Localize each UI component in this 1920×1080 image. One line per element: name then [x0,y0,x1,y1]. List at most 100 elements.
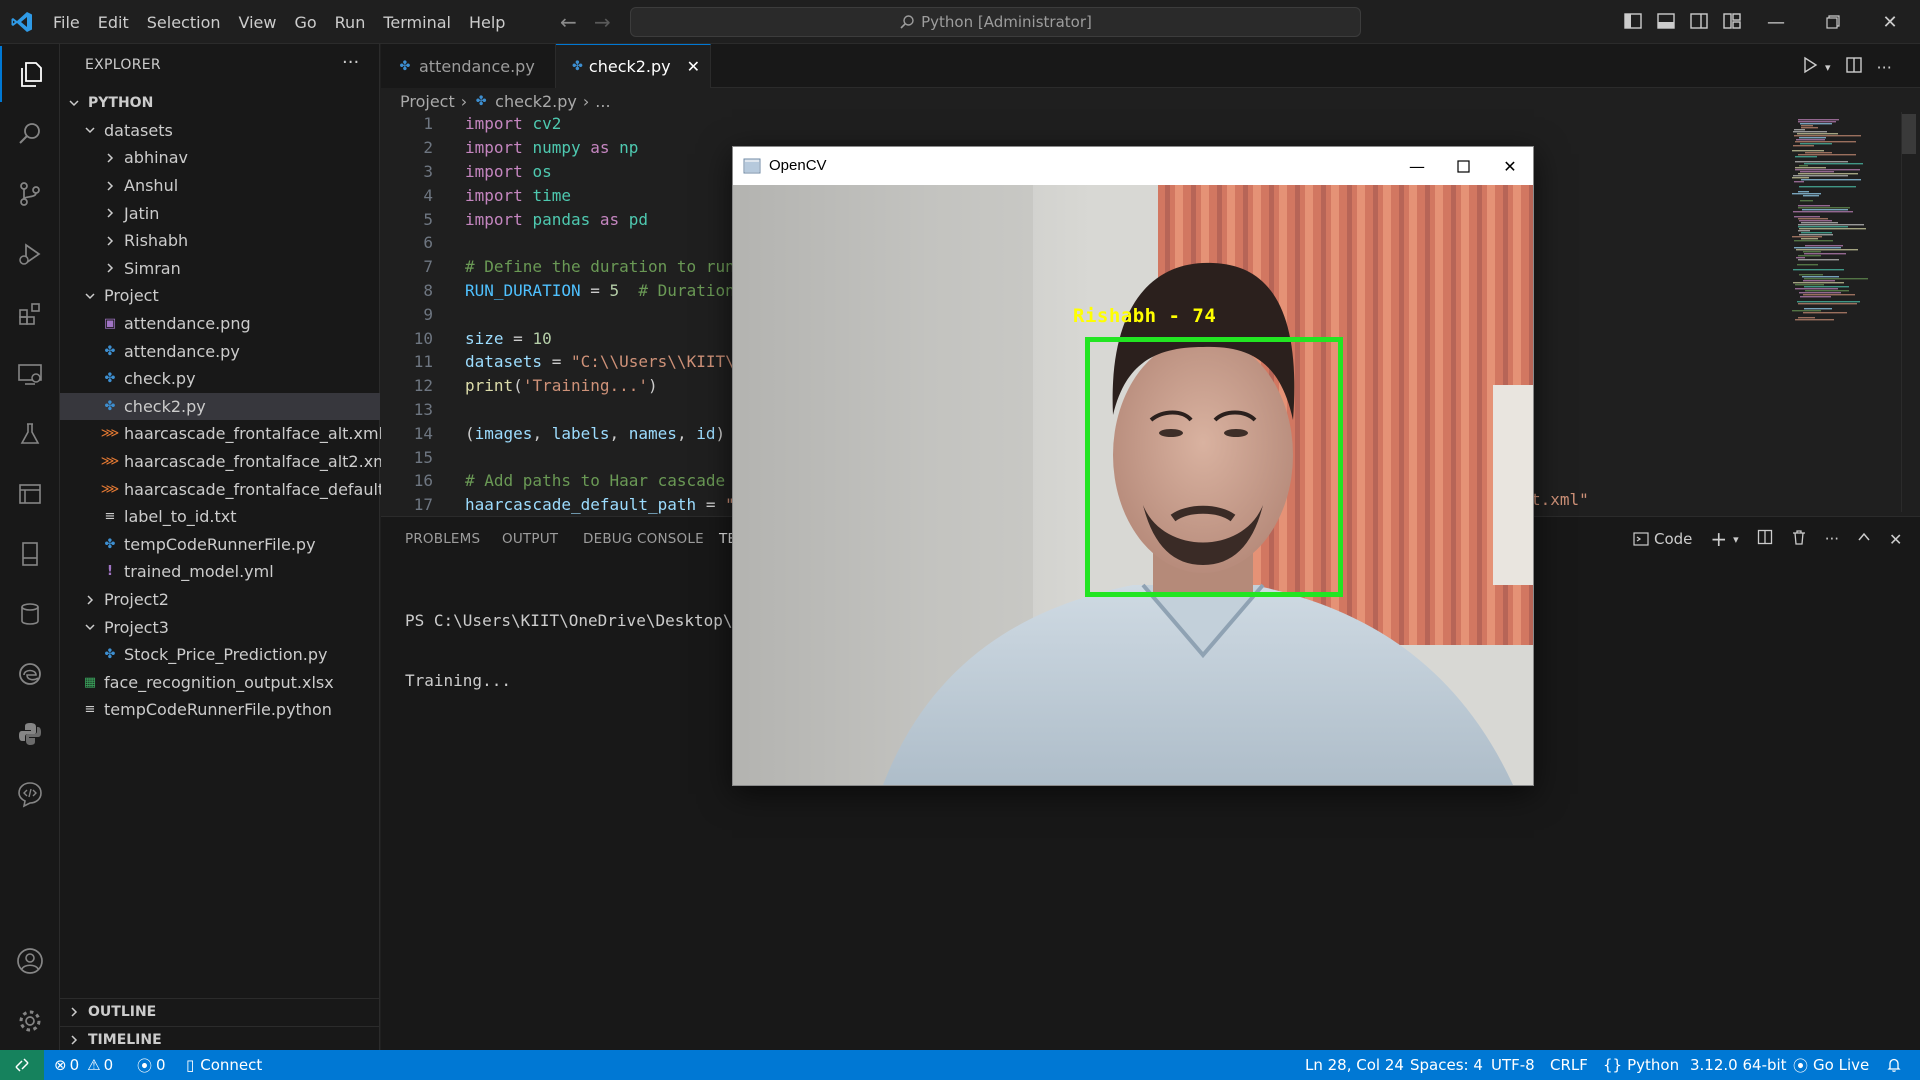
close-tab-icon[interactable]: ✕ [687,57,700,76]
menu-run[interactable]: Run [326,0,375,44]
opencv-titlebar[interactable]: OpenCV — ✕ [733,147,1533,185]
gear-icon[interactable] [0,993,60,1049]
run-file-icon[interactable] [1801,56,1819,78]
cursor-position[interactable]: Ln 28, Col 24 [1305,1050,1404,1080]
problems-status[interactable]: ⊗ 0 ⚠ 0 [54,1050,113,1080]
breadcrumb-folder[interactable]: Project [400,92,455,111]
connect-status[interactable]: ▯ Connect [186,1050,262,1080]
accounts-icon[interactable] [0,933,60,989]
menu-selection[interactable]: Selection [138,0,230,44]
split-editor-icon[interactable] [1845,56,1863,78]
tree-folder[interactable]: abhinav [60,144,380,172]
excel-file-icon: ▦ [83,674,97,690]
vscode-logo-icon[interactable] [10,10,34,34]
minimize-button[interactable]: — [1756,8,1796,36]
trash-icon[interactable] [1791,529,1807,549]
plus-icon[interactable]: + [1710,527,1727,551]
menu-go[interactable]: Go [285,0,325,44]
terminal-profile[interactable]: Code [1633,530,1692,548]
ports-status[interactable]: ⦿ 0 [137,1050,166,1080]
bell-icon[interactable] [1886,1050,1902,1080]
edge-icon[interactable] [0,646,60,702]
python-icon[interactable] [0,706,60,762]
tree-file[interactable]: ≡ label_to_id.txt [60,503,380,531]
toggle-primary-sidebar-icon[interactable] [1622,10,1646,34]
toggle-panel-icon[interactable] [1655,10,1679,34]
tree-file[interactable]: ▦ face_recognition_output.xlsx [60,669,380,697]
run-debug-icon[interactable] [0,226,60,282]
close-window-button[interactable]: ✕ [1870,8,1910,36]
testing-icon[interactable] [0,406,60,462]
explorer-icon[interactable] [0,46,60,102]
remote-explorer-icon[interactable] [0,346,60,402]
tree-file[interactable]: ⋙ haarcascade_frontalface_default.xml [60,475,419,503]
more-actions-icon[interactable]: ··· [1877,58,1892,77]
source-control-icon[interactable] [0,166,60,222]
eol-status[interactable]: CRLF [1550,1050,1588,1080]
menu-terminal[interactable]: Terminal [374,0,460,44]
go-live-button[interactable]: ⦿ Go Live [1793,1050,1869,1080]
breadcrumb-more[interactable]: ... [595,92,610,111]
minimap[interactable] [1790,115,1910,325]
tree-folder[interactable]: Project2 [60,586,380,614]
breadcrumb-file[interactable]: check2.py [495,92,577,111]
arrow-left-icon[interactable]: ← [560,10,577,34]
chevron-down-icon[interactable]: ▾ [1825,61,1831,74]
tree-file[interactable]: ✤ check.py [60,365,380,393]
tree-folder[interactable]: Jatin [60,199,380,227]
customize-layout-icon[interactable] [1721,10,1745,34]
tree-file[interactable]: ✤ attendance.py [60,337,380,365]
tree-folder[interactable]: Simran [60,255,380,283]
opencv-minimize-button[interactable]: — [1394,151,1440,181]
command-center[interactable]: Python [Administrator] [630,7,1361,37]
opencv-close-button[interactable]: ✕ [1487,151,1533,181]
notebook-icon[interactable] [0,526,60,582]
indentation-status[interactable]: Spaces: 4 [1410,1050,1483,1080]
tree-folder[interactable]: datasets [60,117,380,145]
tab-problems[interactable]: PROBLEMS [405,531,480,547]
tree-file[interactable]: ▣ attendance.png [60,310,380,338]
chevron-down-icon[interactable]: ▾ [1733,533,1739,546]
panel-view-icon[interactable] [0,466,60,522]
tree-folder[interactable]: Rishabh [60,227,380,255]
tab-debug-console[interactable]: DEBUG CONSOLE [583,531,704,547]
restore-button[interactable] [1813,8,1853,36]
terminal-output[interactable]: PS C:\Users\KIIT\OneDrive\Desktop\Py Tra… [405,571,752,731]
search-icon[interactable] [0,106,60,162]
menu-edit[interactable]: Edit [89,0,138,44]
tree-file[interactable]: ✤ check2.py [60,392,380,421]
remote-indicator-button[interactable] [0,1050,44,1080]
opencv-maximize-button[interactable] [1440,151,1486,181]
arrow-right-icon[interactable]: → [594,10,611,34]
opencv-window[interactable]: OpenCV — ✕ Rishabh - 74 [732,146,1534,786]
toggle-secondary-sidebar-icon[interactable] [1688,10,1712,34]
tree-file[interactable]: ✤ Stock_Price_Prediction.py [60,641,380,669]
tree-file[interactable]: ≡ tempCodeRunnerFile.python [60,696,380,724]
tree-folder[interactable]: Anshul [60,172,380,200]
close-panel-icon[interactable]: ✕ [1889,530,1902,549]
tab-attendance-py[interactable]: ✤ attendance.py [381,44,556,88]
maximize-panel-icon[interactable] [1857,530,1871,548]
outline-section[interactable]: OUTLINE [60,998,380,1026]
tree-file[interactable]: ⋙ haarcascade_frontalface_alt.xml [60,420,383,448]
more-actions-icon[interactable]: ··· [342,52,359,73]
live-share-icon[interactable] [0,766,60,822]
more-actions-icon[interactable]: ··· [1825,530,1839,548]
tree-root-python[interactable]: PYTHON [60,89,380,117]
language-status[interactable]: {} Python [1603,1050,1679,1080]
tab-check2-py[interactable]: ✤ check2.py ✕ [556,44,711,88]
tree-file[interactable]: ! trained_model.yml [60,558,380,586]
tree-folder[interactable]: Project3 [60,613,380,641]
split-terminal-icon[interactable] [1757,529,1773,549]
menu-file[interactable]: File [44,0,89,44]
tree-folder[interactable]: Project [60,282,380,310]
tab-output[interactable]: OUTPUT [502,531,558,547]
menu-view[interactable]: View [230,0,286,44]
menu-help[interactable]: Help [460,0,514,44]
encoding-status[interactable]: UTF-8 [1491,1050,1535,1080]
tree-file[interactable]: ⋙ haarcascade_frontalface_alt2.xml [60,448,393,476]
extensions-icon[interactable] [0,286,60,342]
interpreter-status[interactable]: 3.12.0 64-bit [1690,1050,1787,1080]
tree-file[interactable]: ✤ tempCodeRunnerFile.py [60,531,380,559]
database-icon[interactable] [0,586,60,642]
